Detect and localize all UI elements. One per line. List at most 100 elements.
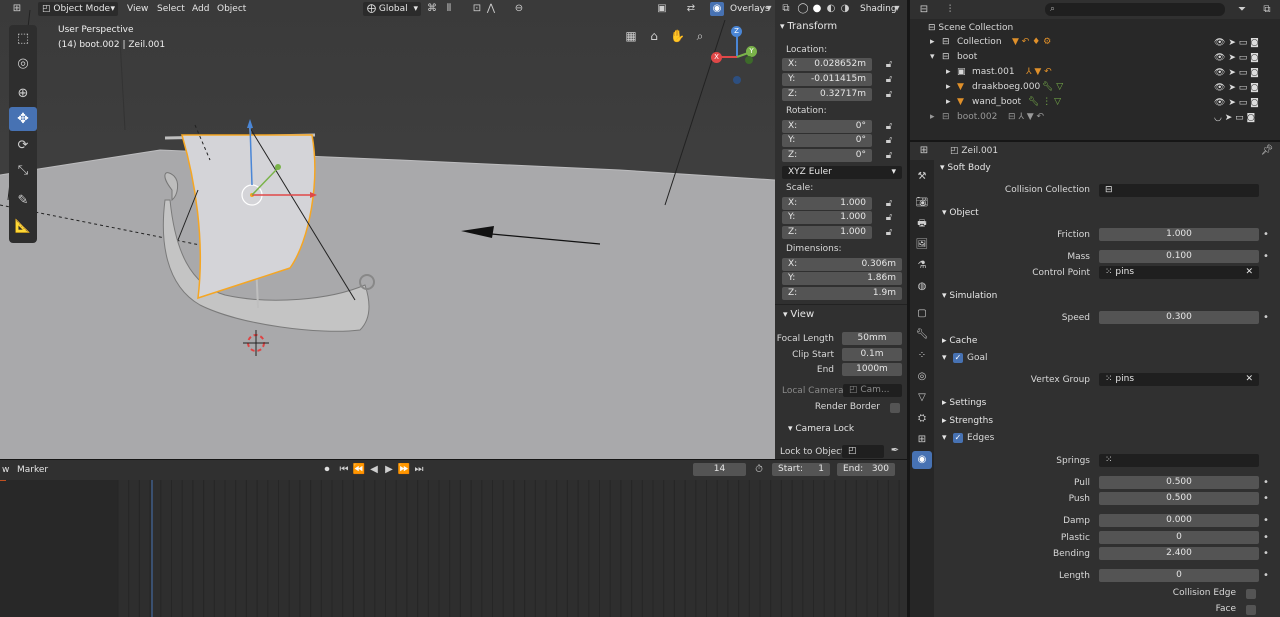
expand-arrow-icon[interactable]: ▸ xyxy=(930,111,935,124)
tab-tool-icon[interactable]: ⚒ xyxy=(915,170,929,184)
tab-modifiers-icon[interactable]: 🔧︎ xyxy=(915,328,929,342)
speed-field[interactable]: 0.300 xyxy=(1099,311,1259,324)
keyframe-dot-icon[interactable]: • xyxy=(1261,250,1271,264)
render-icon[interactable]: ◙ xyxy=(1250,38,1259,48)
scale-z-field[interactable]: Z: 1.000 xyxy=(782,226,872,239)
object-name-field[interactable]: ◰ Zeil.001 xyxy=(950,145,998,158)
cursor-tool-icon[interactable]: ◎ xyxy=(12,53,34,75)
expand-arrow-icon[interactable]: ▸ xyxy=(930,36,935,49)
render-icon[interactable]: ◙ xyxy=(1250,83,1259,93)
tab-particles-icon[interactable]: ⁘ xyxy=(915,349,929,363)
lock-icon[interactable]: 🔓︎ xyxy=(882,197,896,211)
jump-start-button[interactable]: ⏮ xyxy=(337,463,351,477)
expand-arrow-icon[interactable]: ▾ xyxy=(930,51,935,64)
camera-view-icon[interactable]: ⌂ xyxy=(647,29,661,43)
menu-view[interactable]: View xyxy=(123,2,152,16)
eyedropper-icon[interactable]: ✒ xyxy=(888,444,902,458)
lock-icon[interactable]: 🔓︎ xyxy=(882,120,896,134)
render-border-checkbox[interactable] xyxy=(890,403,900,413)
proportional-falloff-icon[interactable]: ⊖ xyxy=(512,2,526,16)
select-box-tool-icon[interactable]: ⬚ xyxy=(12,28,34,50)
tab-world-icon[interactable]: ◍ xyxy=(915,280,929,294)
tab-render-icon[interactable]: 📷︎ xyxy=(915,196,929,210)
clip-end-field[interactable]: 1000m xyxy=(842,363,902,376)
render-icon[interactable]: ◙ xyxy=(1247,113,1256,123)
gizmo-neg-y[interactable] xyxy=(745,56,753,64)
dimensions-z-field[interactable]: Z: 1.9m xyxy=(782,287,902,300)
hidden-icon[interactable]: ◡ xyxy=(1214,113,1222,123)
location-z-field[interactable]: Z: 0.32717m xyxy=(782,88,872,101)
jump-prev-keyframe-button[interactable]: ⏪ xyxy=(352,463,366,477)
render-icon[interactable]: ◙ xyxy=(1250,68,1259,78)
rotation-x-field[interactable]: X: 0° xyxy=(782,120,872,133)
mode-dropdown[interactable]: ◰ Object Mode ▾ xyxy=(38,2,118,16)
location-y-field[interactable]: Y: -0.011415m xyxy=(782,73,872,86)
expand-arrow-icon[interactable]: ▸ xyxy=(946,81,951,94)
keyframe-dot-icon[interactable]: • xyxy=(1261,569,1271,583)
clip-start-field[interactable]: 0.1m xyxy=(842,348,902,361)
vertex-group-field[interactable]: ⁙ pins ✕ xyxy=(1099,373,1259,386)
editor-type-icon[interactable]: ⊞ xyxy=(10,2,24,16)
viewport-icon[interactable]: ▭ xyxy=(1239,53,1248,63)
grid-toggle-icon[interactable]: ▦ xyxy=(624,29,638,43)
keyframe-dot-icon[interactable]: • xyxy=(1261,547,1271,561)
gizmo-neg-z[interactable] xyxy=(733,76,741,84)
record-button[interactable]: ⏺ xyxy=(320,463,334,477)
viewport-icon[interactable]: ▭ xyxy=(1239,38,1248,48)
keyframe-dot-icon[interactable]: • xyxy=(1261,492,1271,506)
transform-orientation-dropdown[interactable]: ⨁ Global ▾ xyxy=(363,2,421,16)
visibility-icon[interactable]: 👁︎ xyxy=(1214,98,1225,108)
keyframe-dot-icon[interactable]: • xyxy=(1261,476,1271,490)
tab-texture-icon[interactable]: ◉ xyxy=(912,451,932,469)
lock-icon[interactable]: 🔓︎ xyxy=(882,226,896,240)
jump-next-keyframe-button[interactable]: ⏩ xyxy=(397,463,411,477)
timeline-view-menu[interactable]: w xyxy=(0,463,11,477)
visibility-icon[interactable]: 👁︎ xyxy=(1214,38,1225,48)
clear-icon[interactable]: ✕ xyxy=(1245,373,1253,386)
annotate-tool-icon[interactable]: ✎ xyxy=(12,190,34,212)
snap-target-icon[interactable]: ⊡ xyxy=(470,2,484,16)
3d-viewport[interactable]: User Perspective (14) boot.002 | Zeil.00… xyxy=(0,0,775,460)
render-icon[interactable]: ◙ xyxy=(1250,98,1259,108)
collision-collection-field[interactable]: ⊟ xyxy=(1099,184,1259,197)
tab-view-layer-icon[interactable]: 🖼︎ xyxy=(915,238,929,252)
length-field[interactable]: 0 xyxy=(1099,569,1259,582)
lock-to-object-field[interactable]: ◰ xyxy=(842,445,884,458)
pin-icon[interactable]: 📌︎ xyxy=(1260,144,1274,158)
keyframe-dot-icon[interactable]: • xyxy=(1261,311,1271,325)
render-icon[interactable]: ◙ xyxy=(1250,53,1259,63)
scale-y-field[interactable]: Y: 1.000 xyxy=(782,211,872,224)
shading-solid-icon[interactable]: ● xyxy=(810,2,824,16)
edges-checkbox[interactable]: ✓ xyxy=(953,433,963,443)
dimensions-y-field[interactable]: Y: 1.86m xyxy=(782,272,902,285)
outliner-scene-collection[interactable]: ⊟ Scene Collection xyxy=(928,22,1013,35)
select-icon[interactable]: ➤ xyxy=(1225,113,1233,123)
tab-data-icon[interactable]: ⛭ xyxy=(915,412,929,426)
pivot-icon[interactable]: ⌘ xyxy=(425,2,439,16)
keyframe-dot-icon[interactable]: • xyxy=(1261,514,1271,528)
shading-rendered-icon[interactable]: ◑ xyxy=(838,2,852,16)
focal-length-field[interactable]: 50mm xyxy=(842,332,902,345)
filter-icon[interactable]: ⏷ xyxy=(1235,3,1249,17)
lock-icon[interactable]: 🔓︎ xyxy=(882,149,896,163)
select-icon[interactable]: ➤ xyxy=(1228,68,1236,78)
edges-subpanel-header[interactable]: ▾ xyxy=(942,430,947,446)
gizmo-x-axis[interactable]: X xyxy=(711,52,722,63)
measure-tool-icon[interactable]: 📐 xyxy=(12,216,34,238)
jump-end-button[interactable]: ⏭ xyxy=(412,463,426,477)
start-frame-field[interactable]: Start: 1 xyxy=(772,463,830,476)
settings-subpanel-header[interactable]: ▸ Settings xyxy=(942,395,986,411)
gizmo-toggle-icon[interactable]: ⇄ xyxy=(684,2,698,16)
lock-icon[interactable]: 🔓︎ xyxy=(882,58,896,72)
editor-separator[interactable] xyxy=(907,0,910,617)
clear-icon[interactable]: ✕ xyxy=(1245,266,1253,279)
local-camera-field[interactable]: ◰ Cam...✕ xyxy=(843,384,902,397)
rotation-mode-dropdown[interactable]: XYZ Euler ▾ xyxy=(782,166,902,179)
lock-icon[interactable]: 🔓︎ xyxy=(882,88,896,102)
plastic-field[interactable]: 0 xyxy=(1099,531,1259,544)
display-mode-icon[interactable]: ⫶ xyxy=(943,3,957,17)
goal-subpanel-header[interactable]: ▾ xyxy=(942,350,947,366)
current-frame-field[interactable]: 14 xyxy=(693,463,746,476)
mass-field[interactable]: 0.100 xyxy=(1099,250,1259,263)
menu-add[interactable]: Add xyxy=(188,2,213,16)
